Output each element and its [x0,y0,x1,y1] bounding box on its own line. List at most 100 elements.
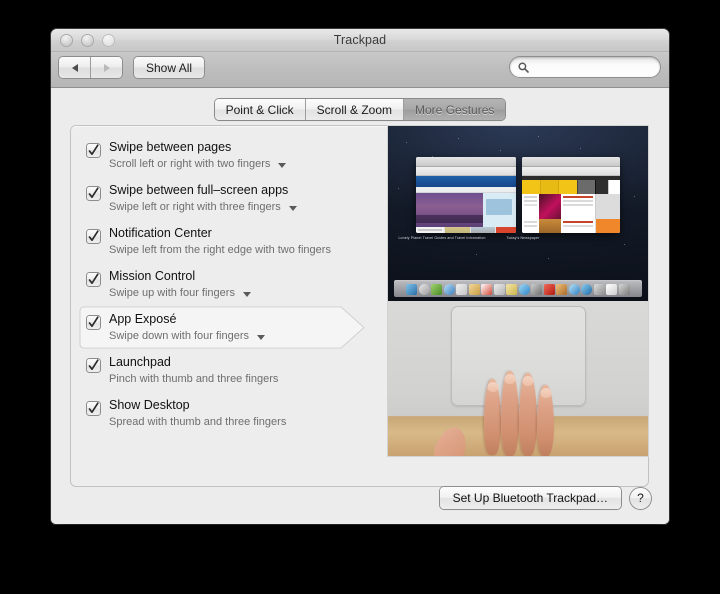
checkmark-icon [88,402,99,414]
tab-more-gestures[interactable]: More Gestures [403,99,506,120]
checkmark-icon [88,273,99,285]
preferences-toolbar: Show All [51,52,669,88]
gesture-subtitle-row: Swipe left or right with three fingers [109,200,297,214]
gesture-subtitle: Scroll left or right with two fingers [109,158,271,170]
gesture-row-app-expose[interactable]: App Exposé Swipe down with four fingers [71,306,366,349]
gesture-list: Swipe between pages Scroll left or right… [71,134,366,435]
arrow-left-icon [71,63,78,72]
footer-actions: Set Up Bluetooth Trackpad… ? [439,487,651,509]
window-title: Trackpad [333,33,387,47]
dock-icon [581,283,593,295]
dock-icon [481,283,493,295]
dock-icon [518,283,530,295]
dock-icon [593,283,605,295]
tab-bar: Point & Click Scroll & Zoom More Gesture… [51,99,669,120]
checkmark-icon [88,144,99,156]
finger [501,371,519,456]
preview-trackpad-photo [388,301,648,456]
chevron-down-icon[interactable] [278,162,287,168]
gesture-subtitle-row: Scroll left or right with two fingers [109,157,287,171]
finger [519,373,537,456]
preferences-content: Point & Click Scroll & Zoom More Gesture… [51,88,669,524]
gesture-checkbox[interactable] [87,402,100,415]
forward-button[interactable] [90,57,122,78]
gesture-checkbox[interactable] [87,187,100,200]
search-icon [518,61,529,73]
gesture-subtitle-row: Swipe left from the right edge with two … [109,243,331,257]
search-input[interactable] [533,61,651,73]
dock-icon [543,283,555,295]
gesture-subtitle: Swipe left from the right edge with two … [109,244,331,256]
gesture-row-notification-center[interactable]: Notification Center Swipe left from the … [71,220,366,263]
checkmark-icon [88,359,99,371]
chevron-down-icon[interactable] [242,291,251,297]
gesture-row-launchpad[interactable]: Launchpad Pinch with thumb and three fin… [71,349,366,392]
gesture-row-swipe-between-pages[interactable]: Swipe between pages Scroll left or right… [71,134,366,177]
chevron-down-icon[interactable] [257,334,266,340]
show-all-button[interactable]: Show All [134,57,205,78]
dock-icon [556,283,568,295]
dock-icon [418,283,430,295]
checkmark-icon [88,187,99,199]
thumb [430,423,472,456]
trackpad-surface [451,306,586,406]
gesture-subtitle-row: Swipe down with four fingers [109,329,266,343]
dock-icon [493,283,505,295]
dock-icon [443,283,455,295]
navigation-buttons [59,57,122,78]
gesture-subtitle-row: Swipe up with four fingers [109,286,251,300]
preview-desktop-image: Lonely Planet Travel Guides and Travel I… [388,126,648,301]
preview-dock [394,280,642,297]
preview-window-right [522,157,620,233]
arrow-right-icon [103,63,110,72]
help-button-label: ? [637,491,644,505]
gesture-title: Mission Control [109,269,196,283]
gesture-row-mission-control[interactable]: Mission Control Swipe up with four finge… [71,263,366,306]
tab-label: Point & Click [225,102,294,117]
dock-icon [506,283,518,295]
tab-point-and-click[interactable]: Point & Click [214,99,305,120]
gesture-checkbox[interactable] [87,230,100,243]
back-button[interactable] [59,57,90,78]
gesture-subtitle: Spread with thumb and three fingers [109,416,287,428]
gesture-subtitle-row: Pinch with thumb and three fingers [109,372,278,386]
show-all-label: Show All [146,60,193,75]
gesture-subtitle-row: Spread with thumb and three fingers [109,415,286,429]
tab-label: Scroll & Zoom [316,102,393,117]
gesture-row-swipe-between-full-screen-apps[interactable]: Swipe between full–screen apps Swipe lef… [71,177,366,220]
help-button[interactable]: ? [630,487,651,509]
gesture-checkbox[interactable] [87,273,100,286]
chevron-down-icon[interactable] [288,205,297,211]
tab-scroll-and-zoom[interactable]: Scroll & Zoom [304,99,404,120]
dock-icon [431,283,443,295]
gesture-subtitle: Pinch with thumb and three fingers [109,373,279,385]
gesture-checkbox[interactable] [87,144,100,157]
preview-window-left [416,157,516,233]
search-field[interactable] [510,57,660,77]
gesture-subtitle: Swipe down with four fingers [109,330,250,342]
gesture-checkbox[interactable] [87,316,100,329]
checkmark-icon [88,316,99,328]
gesture-title: Notification Center [109,226,212,240]
dock-icon [568,283,580,295]
finger [484,379,501,455]
gestures-panel: Swipe between pages Scroll left or right… [71,126,648,486]
dock-icon [456,283,468,295]
gesture-title: Swipe between pages [109,140,232,154]
set-up-bluetooth-trackpad-button[interactable]: Set Up Bluetooth Trackpad… [439,487,621,509]
gesture-checkbox[interactable] [87,359,100,372]
gesture-preview: Lonely Planet Travel Guides and Travel I… [388,126,648,456]
dock-icon [468,283,480,295]
gesture-subtitle: Swipe left or right with three fingers [109,201,281,213]
window-title-bar: Trackpad [51,29,669,52]
checkmark-icon [88,230,99,242]
tab-label: More Gestures [415,102,495,117]
dock-icon [606,283,618,295]
gesture-title: Launchpad [109,355,171,369]
dock-icon [618,283,630,295]
bluetooth-button-label: Set Up Bluetooth Trackpad… [452,491,608,505]
gesture-row-show-desktop[interactable]: Show Desktop Spread with thumb and three… [71,392,366,435]
dock-icon [406,283,418,295]
finger [537,385,554,456]
gesture-subtitle: Swipe up with four fingers [109,287,235,299]
